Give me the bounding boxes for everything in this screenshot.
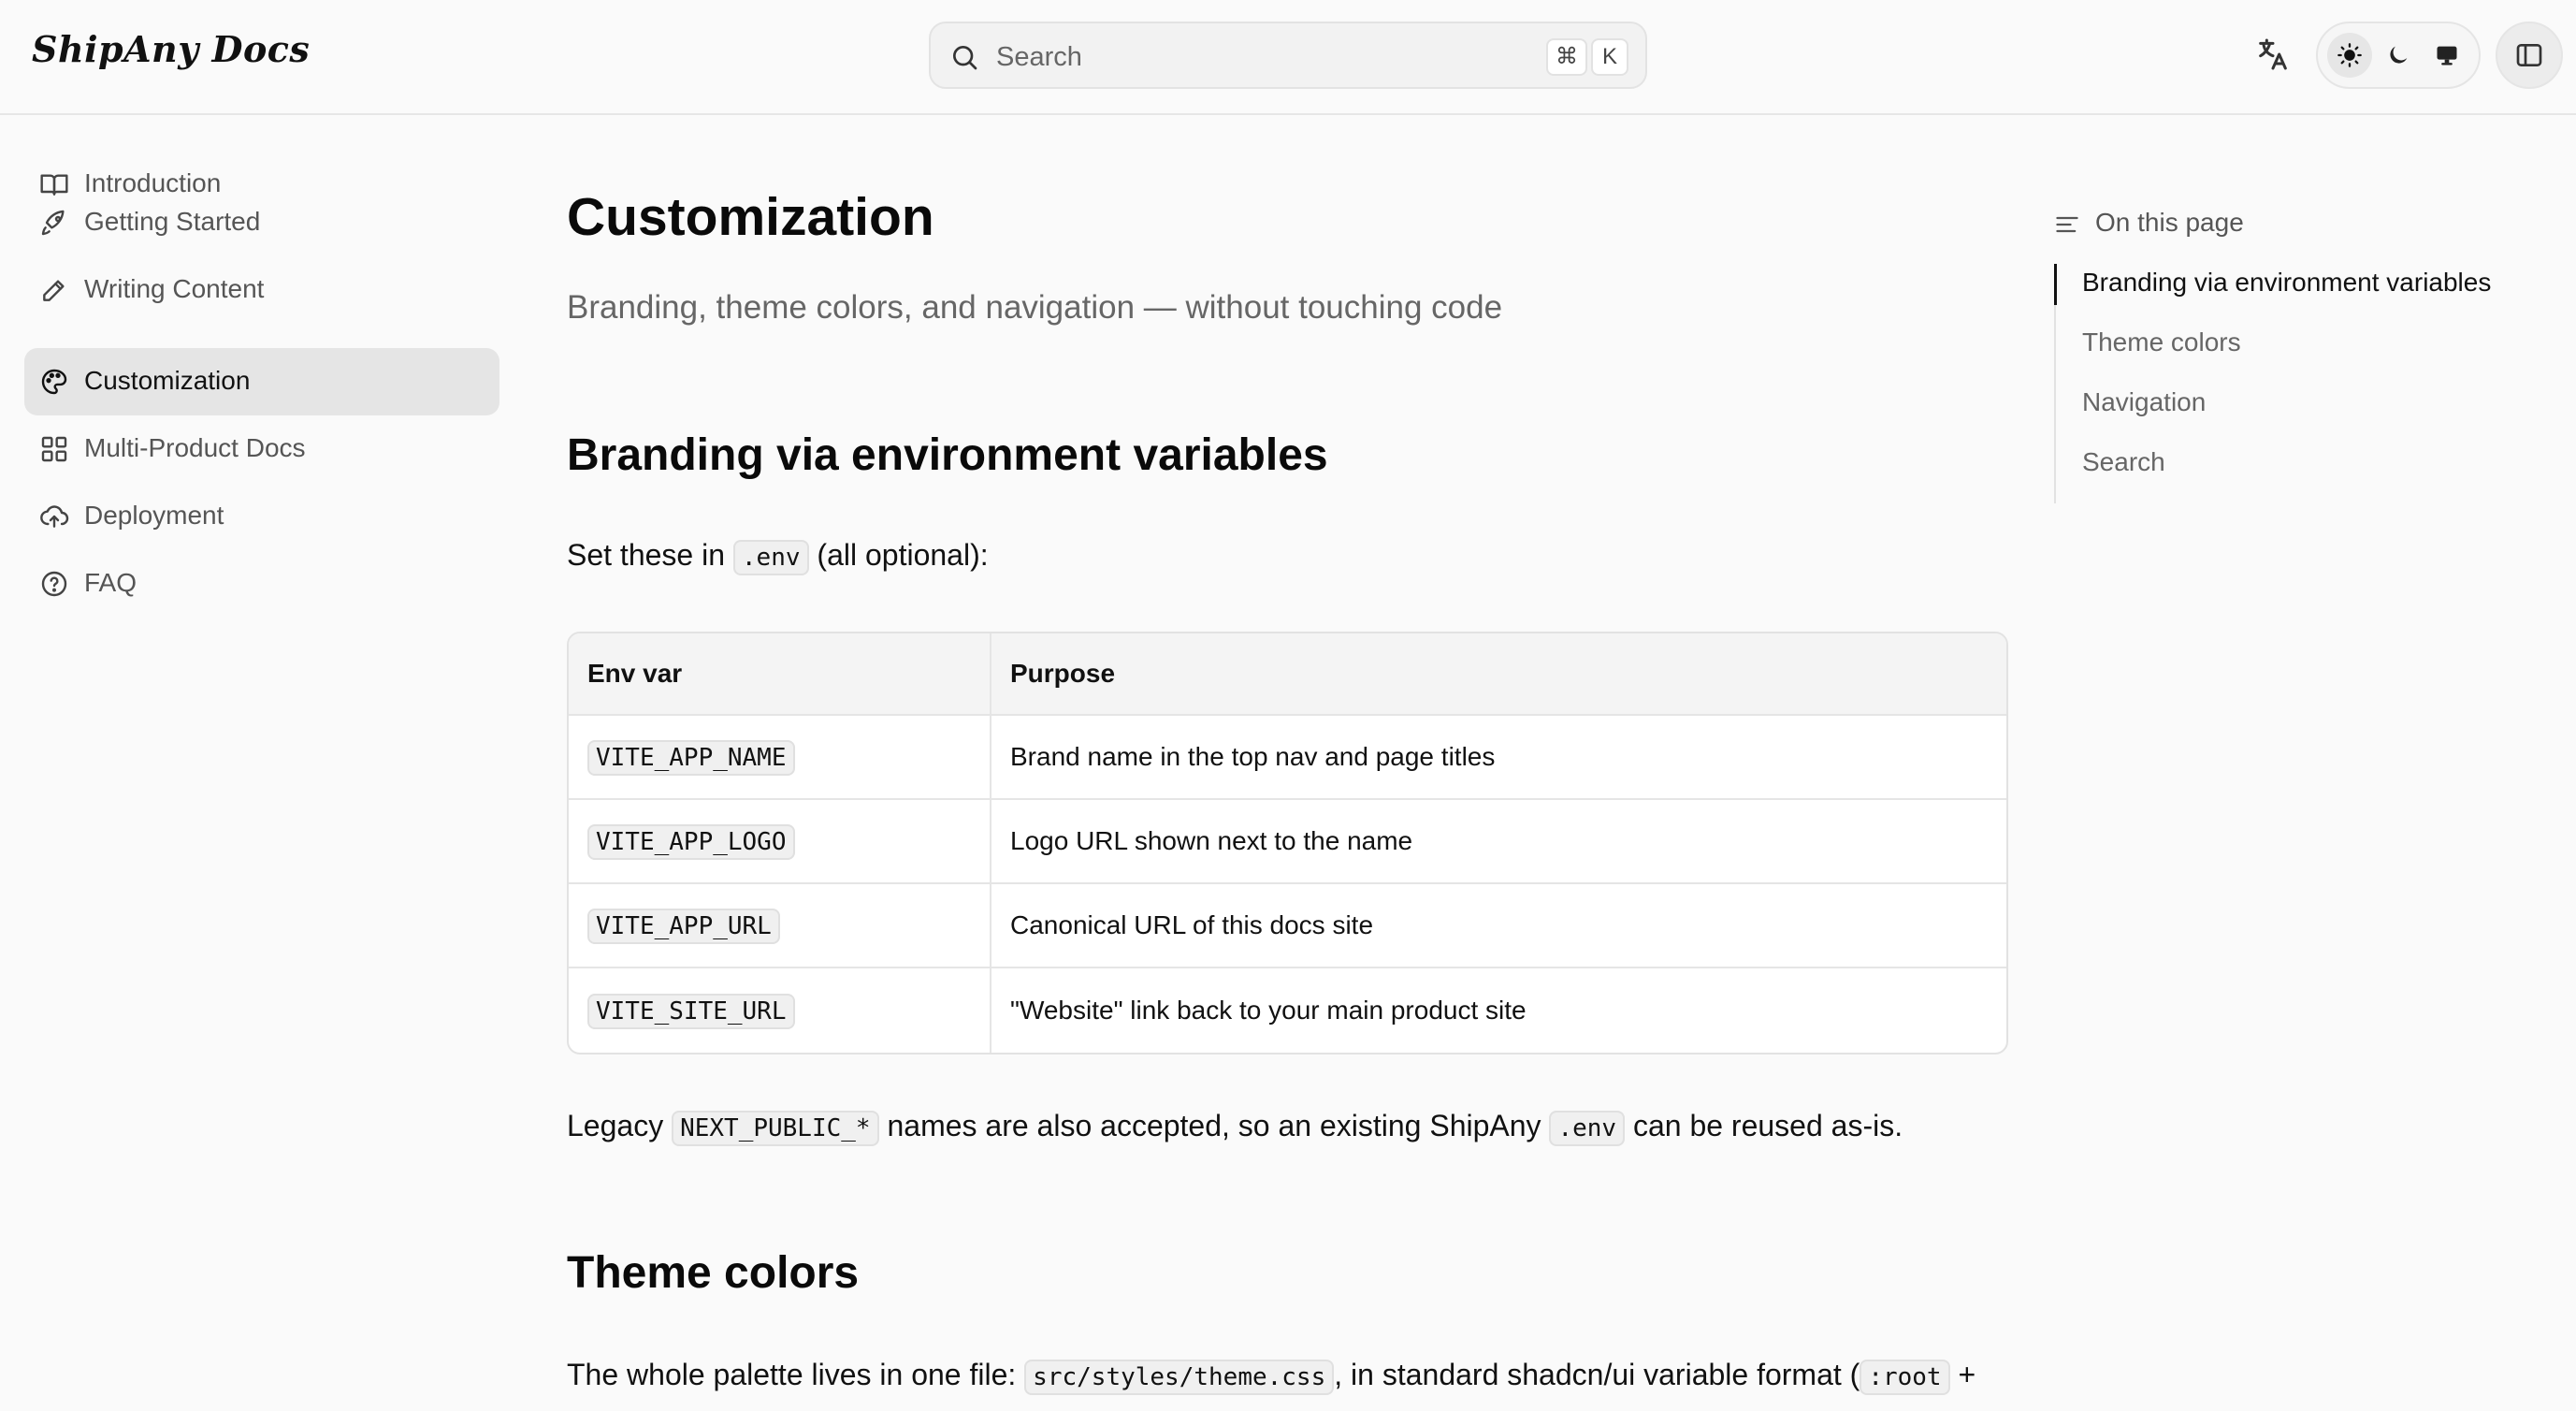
inline-code-theme-file: src/styles/theme.css xyxy=(1024,1360,1335,1395)
search-icon xyxy=(953,46,977,70)
toc-item-branding[interactable]: Branding via environment variables xyxy=(2082,268,2491,298)
sidebar-item-label: Deployment xyxy=(84,501,224,530)
toc-item-search[interactable]: Search xyxy=(2082,447,2165,477)
intro-text-before: Set these in xyxy=(567,538,725,572)
table-row: VITE_APP_NAME Brand name in the top nav … xyxy=(569,716,2006,800)
legacy-text-middle: names are also accepted, so an existing … xyxy=(887,1109,1541,1142)
brand-logo[interactable]: ShipAny Docs xyxy=(32,28,310,70)
sun-icon xyxy=(2337,43,2362,67)
theme-text-before: The whole palette lives in one file: xyxy=(567,1358,1017,1391)
table-cell-var: VITE_APP_LOGO xyxy=(569,800,991,884)
shortcut-k-key: K xyxy=(1591,38,1628,76)
toc-header: On this page xyxy=(2054,204,2559,245)
section-heading-theme-colors: Theme colors xyxy=(567,1248,860,1298)
theme-switcher xyxy=(2316,22,2481,89)
inline-code-root: :root xyxy=(1860,1360,1950,1395)
theme-text-middle: , in standard shadcn/ui variable format … xyxy=(1334,1358,1860,1391)
translate-icon[interactable] xyxy=(2254,36,2292,73)
theme-system-button[interactable] xyxy=(2424,33,2469,78)
inline-code-env: .env xyxy=(732,540,809,575)
table-cell-var: VITE_SITE_URL xyxy=(569,968,991,1053)
section-heading-branding: Branding via environment variables xyxy=(567,430,1328,480)
sidebar-item-getting-started[interactable]: Getting Started xyxy=(24,189,499,256)
cloud-upload-icon xyxy=(40,505,69,528)
table-row: VITE_SITE_URL "Website" link back to you… xyxy=(569,968,2006,1053)
sidebar-item-label: Multi-Product Docs xyxy=(84,433,306,462)
sidebar-item-label: Customization xyxy=(84,366,251,395)
inline-code-env: .env xyxy=(1549,1111,1626,1146)
toc-heading: On this page xyxy=(2095,208,2244,237)
table-row: VITE_APP_URL Canonical URL of this docs … xyxy=(569,884,2006,968)
table-cell-purpose: Brand name in the top nav and page title… xyxy=(991,716,2006,800)
sidebar-item-label: FAQ xyxy=(84,568,137,597)
sidebar-toggle-button[interactable] xyxy=(2496,22,2563,89)
table-cell-purpose: Canonical URL of this docs site xyxy=(991,884,2006,968)
sidebar-item-customization[interactable]: Customization xyxy=(24,348,499,415)
env-var-code: VITE_APP_LOGO xyxy=(587,824,795,860)
pencil-icon xyxy=(43,280,65,301)
table-row: VITE_APP_LOGO Logo URL shown next to the… xyxy=(569,800,2006,884)
env-var-table: Env var Purpose VITE_APP_NAME Brand name… xyxy=(567,632,2008,1055)
palette-icon xyxy=(41,369,67,395)
toc-item-theme-colors[interactable]: Theme colors xyxy=(2082,327,2241,357)
theme-text-after: + xyxy=(1958,1358,1976,1391)
intro-text-after: (all optional): xyxy=(817,538,989,572)
theme-light-button[interactable] xyxy=(2327,33,2372,78)
monitor-icon xyxy=(2437,46,2457,65)
sidebar-item-deployment[interactable]: Deployment xyxy=(24,483,499,550)
page-title: Customization xyxy=(567,187,934,247)
sidebar-item-faq[interactable]: FAQ xyxy=(24,550,499,618)
theme-dark-button[interactable] xyxy=(2376,33,2421,78)
table-cell-purpose: Logo URL shown next to the name xyxy=(991,800,2006,884)
legacy-text-after: can be reused as-is. xyxy=(1632,1109,1903,1142)
sidebar-item-label: Getting Started xyxy=(84,207,261,236)
top-header: ShipAny Docs Search ⌘ K xyxy=(0,0,2576,115)
rocket-icon xyxy=(41,210,65,236)
moon-icon xyxy=(2390,46,2408,64)
sidebar-item-multi-product-docs[interactable]: Multi-Product Docs xyxy=(24,415,499,483)
theme-colors-para: The whole palette lives in one file: src… xyxy=(567,1358,1976,1395)
toc-active-indicator xyxy=(2054,264,2057,305)
env-var-code: VITE_APP_NAME xyxy=(587,740,795,776)
sidebar-item-label: Writing Content xyxy=(84,274,265,303)
search-bar[interactable]: Search ⌘ K xyxy=(929,22,1647,89)
env-var-code: VITE_APP_URL xyxy=(587,909,780,944)
env-var-code: VITE_SITE_URL xyxy=(587,994,795,1029)
table-header-row: Env var Purpose xyxy=(569,633,2006,716)
table-cell-purpose: "Website" link back to your main product… xyxy=(1010,996,1527,1025)
branding-intro: Set these in .env (all optional): xyxy=(567,538,989,575)
legacy-note: Legacy NEXT_PUBLIC_* names are also acce… xyxy=(567,1109,1903,1146)
table-cell-var: VITE_APP_NAME xyxy=(569,716,991,800)
legacy-text-before: Legacy xyxy=(567,1109,664,1142)
toc-item-navigation[interactable]: Navigation xyxy=(2082,387,2206,417)
shortcut-modifier-key: ⌘ xyxy=(1546,38,1587,76)
table-header-purpose: Purpose xyxy=(991,633,2006,716)
page-subtitle: Branding, theme colors, and navigation —… xyxy=(567,289,1503,326)
sidebar-item-writing-content[interactable]: Writing Content xyxy=(24,256,499,324)
text-align-left-icon xyxy=(2056,216,2078,233)
table-header-env-var: Env var xyxy=(569,633,991,716)
search-placeholder: Search xyxy=(996,42,1082,72)
inline-code-next-public: NEXT_PUBLIC_* xyxy=(672,1111,879,1146)
grid-icon xyxy=(41,436,67,462)
help-circle-icon xyxy=(41,571,67,597)
table-cell-var: VITE_APP_URL xyxy=(569,884,991,968)
sidebar-toggle-icon xyxy=(2516,44,2542,66)
